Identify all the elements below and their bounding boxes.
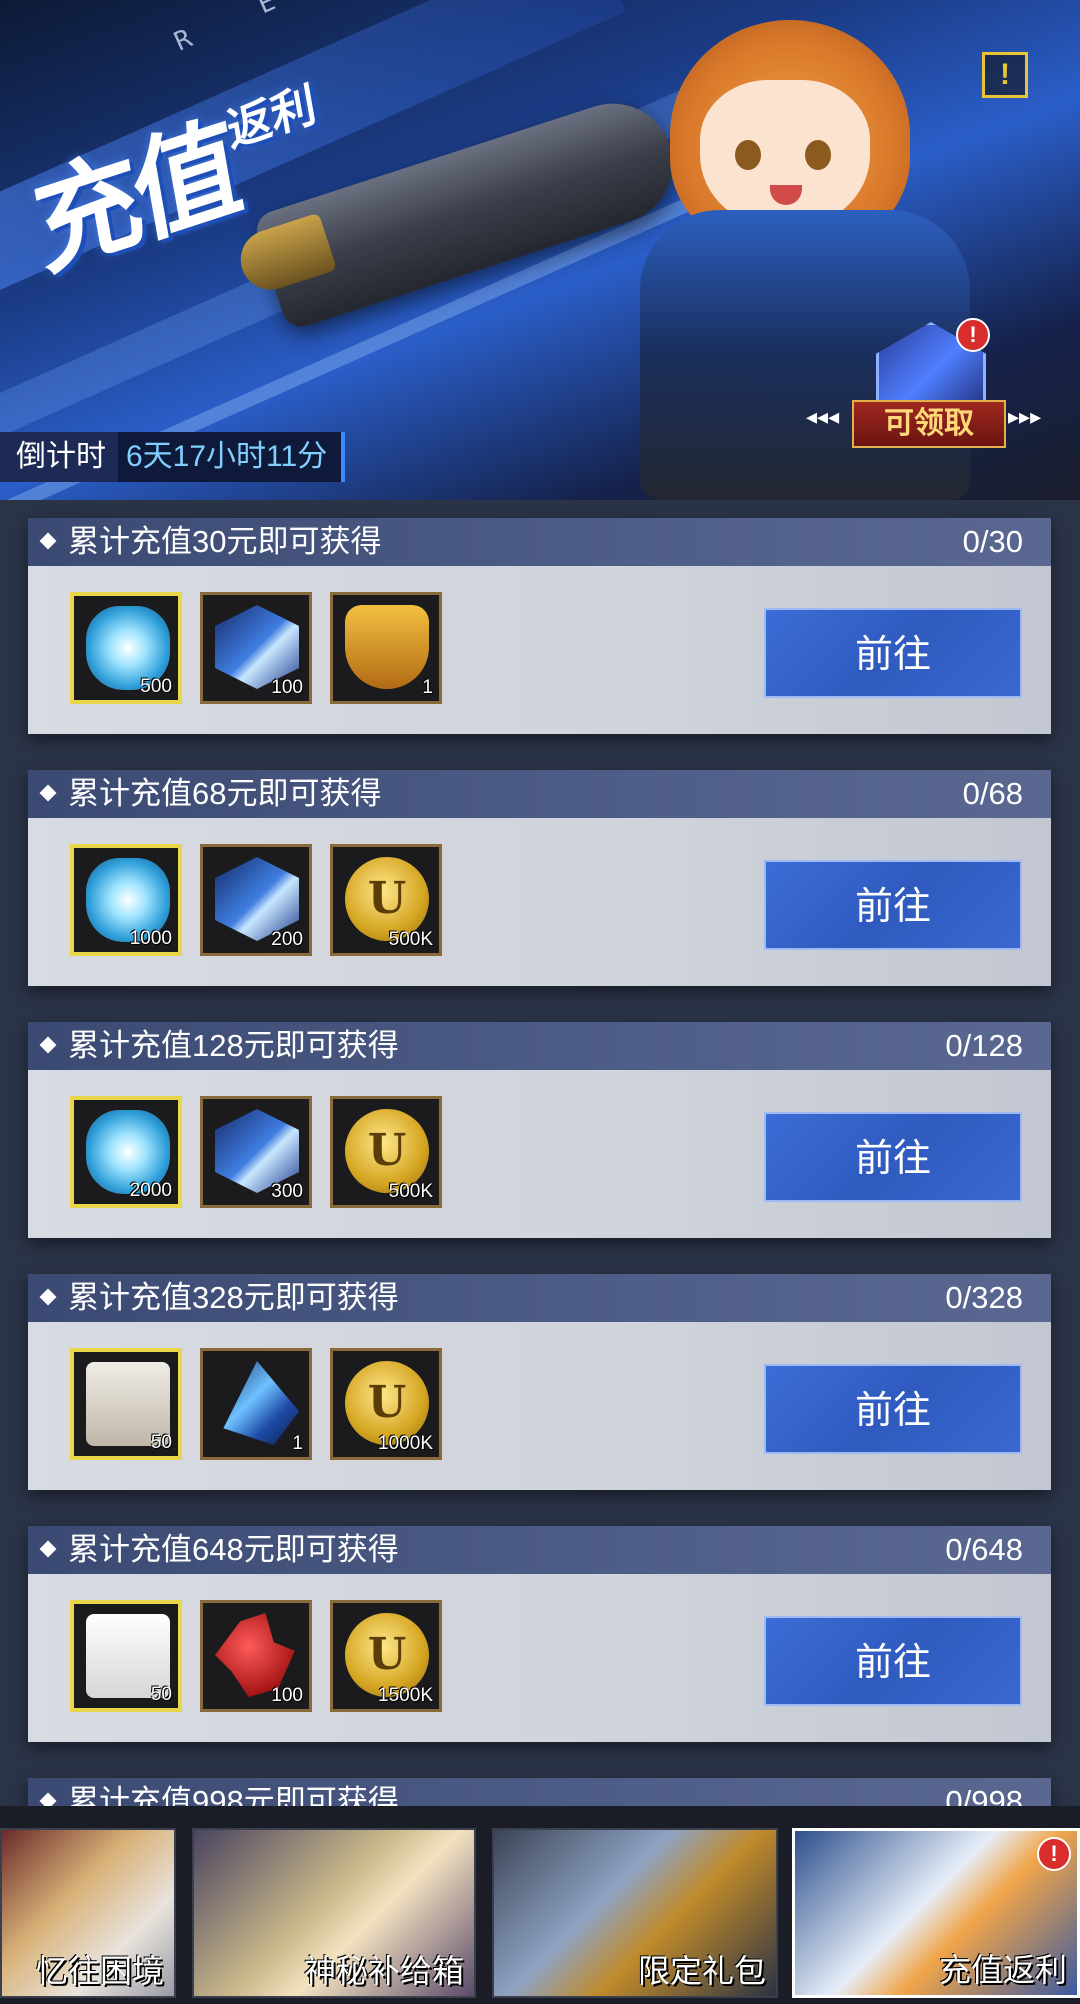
tier-title: 累计充值68元即可获得 [39,770,381,818]
countdown-value: 6天17小时11分 [118,432,346,482]
tier-progress: 0/648 [945,1532,1023,1567]
reward-item[interactable]: 50 [70,1348,182,1460]
reward-item[interactable]: 2000 [70,1096,182,1208]
tier-header: 累计充值328元即可获得 0/328 [28,1274,1051,1322]
claim-alert-icon: ! [956,318,990,352]
bottom-nav: 忆往困境 神秘补给箱 限定礼包 ! 充值返利 [0,1806,1080,2004]
reward-item[interactable]: U 500K [330,1096,442,1208]
item-quantity: 1000 [129,928,172,949]
tab-label: 限定礼包 [637,1953,766,1989]
go-button[interactable]: 前往 [764,1364,1022,1454]
reward-item[interactable]: 500 [70,592,182,704]
prism-icon [223,1361,299,1445]
reward-item[interactable]: 300 [200,1096,312,1208]
exclamation-icon: ! [1000,58,1010,91]
tier-title: 累计充值128元即可获得 [39,1022,399,1070]
reward-tier: 累计充值128元即可获得 0/128 2000 300 U 500K 前往 [28,1022,1051,1238]
reward-item[interactable]: U 1000K [330,1348,442,1460]
item-quantity: 100 [271,677,303,698]
info-warning-button[interactable]: ! [982,52,1028,98]
item-quantity: 300 [271,1181,303,1202]
item-quantity: 1 [422,677,433,698]
tier-title: 累计充值30元即可获得 [39,518,381,566]
item-quantity: 1 [292,1433,303,1454]
tier-progress: 0/30 [962,524,1023,559]
diamond-bullet-icon [39,532,57,550]
event-banner: R E C H A R G E 充值返利 ! ! ◂◂◂ 可领取 ▸▸▸ 倒计时… [0,0,1080,500]
reward-tier: 累计充值30元即可获得 0/30 500 100 1 前往 [28,518,1051,734]
item-quantity: 50 [150,1684,172,1705]
item-quantity: 50 [150,1432,172,1453]
go-button[interactable]: 前往 [764,860,1022,950]
arrows-right-icon: ▸▸▸ [1008,404,1042,429]
reward-item[interactable]: 50 [70,1600,182,1712]
diamond-bullet-icon [39,1540,57,1558]
tab-mystery-supply-box[interactable]: 神秘补给箱 [192,1828,476,1998]
reward-item[interactable]: 1000 [70,844,182,956]
reward-tier: 累计充值68元即可获得 0/68 1000 200 U 500K 前往 [28,770,1051,986]
character-eye [735,140,761,170]
character-face [700,80,870,230]
item-quantity: 500K [388,929,433,950]
tab-alert-icon: ! [1037,1837,1071,1871]
tier-progress: 0/328 [945,1280,1023,1315]
reward-tier: 累计充值648元即可获得 0/648 50 100 U 1500K 前往 [28,1526,1051,1742]
reward-tier: 累计充值328元即可获得 0/328 50 1 U 1000K 前往 [28,1274,1051,1490]
claim-reward-badge[interactable]: ! ◂◂◂ 可领取 ▸▸▸ [800,318,1060,448]
item-quantity: 500 [140,676,172,697]
tier-title: 累计充值648元即可获得 [39,1526,399,1574]
tier-progress: 0/128 [945,1028,1023,1063]
item-quantity: 500K [388,1181,433,1202]
item-quantity: 2000 [129,1180,172,1201]
countdown: 倒计时 6天17小时11分 [0,432,346,482]
tab-recharge-rebate[interactable]: ! 充值返利 [792,1828,1080,1998]
tier-title: 累计充值328元即可获得 [39,1274,399,1322]
tab-label: 神秘补给箱 [303,1953,464,1989]
go-button[interactable]: 前往 [764,608,1022,698]
item-quantity: 1000K [378,1433,433,1454]
item-quantity: 1500K [378,1685,433,1706]
diamond-bullet-icon [39,1036,57,1054]
banner-title-small: 返利 [222,76,320,159]
tab-past-dilemma[interactable]: 忆往困境 [0,1828,176,1998]
diamond-bullet-icon [39,784,57,802]
character-eye [805,140,831,170]
item-quantity: 100 [271,1685,303,1706]
tier-header: 累计充值128元即可获得 0/128 [28,1022,1051,1070]
go-button[interactable]: 前往 [764,1112,1022,1202]
shield-icon [345,605,429,689]
banner-title-main: 充值 [24,101,245,294]
reward-item[interactable]: U 500K [330,844,442,956]
tab-label: 充值返利 [938,1952,1067,1988]
reward-item[interactable]: 200 [200,844,312,956]
tier-header: 累计充值648元即可获得 0/648 [28,1526,1051,1574]
tab-limited-pack[interactable]: 限定礼包 [492,1828,778,1998]
go-button[interactable]: 前往 [764,1616,1022,1706]
claim-label: 可领取 [852,400,1006,448]
countdown-label: 倒计时 [0,432,118,482]
diamond-bullet-icon [39,1288,57,1306]
tab-label: 忆往困境 [35,1953,164,1989]
reward-item[interactable]: 100 [200,592,312,704]
tier-header: 累计充值30元即可获得 0/30 [28,518,1051,566]
tier-progress: 0/68 [962,776,1023,811]
reward-item[interactable]: 1 [200,1348,312,1460]
reward-item[interactable]: 100 [200,1600,312,1712]
reward-item[interactable]: U 1500K [330,1600,442,1712]
item-quantity: 200 [271,929,303,950]
arrows-left-icon: ◂◂◂ [806,404,840,429]
reward-item[interactable]: 1 [330,592,442,704]
tier-header: 累计充值68元即可获得 0/68 [28,770,1051,818]
